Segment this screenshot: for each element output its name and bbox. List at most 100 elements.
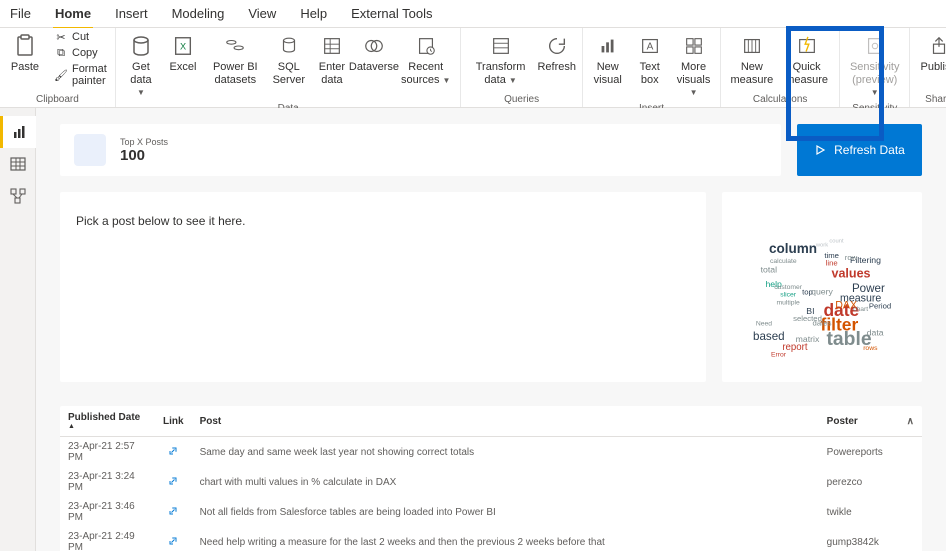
excel-button[interactable]: X Excel [164,30,202,76]
cell-date: 23-Apr-21 2:57 PM [60,437,155,468]
menu-file[interactable]: File [8,2,33,25]
recent-sources-label: Recent sources [401,61,443,86]
dataverse-label: Dataverse [349,61,399,74]
text-box-button[interactable]: A Text box [631,30,669,88]
new-visual-button[interactable]: New visual [589,30,627,88]
svg-text:matrix: matrix [796,334,820,344]
cut-label: Cut [72,31,89,43]
link-icon [167,505,179,517]
refresh-data-button[interactable]: Refresh Data [797,124,922,176]
report-view-icon [12,124,28,140]
col-link[interactable]: Link [155,406,192,437]
format-painter-button[interactable]: 🖌Format painter [52,62,109,88]
posts-table-visual[interactable]: Published Date▲ Link Post Poster ∧ 23-Ap… [60,406,922,551]
cut-button[interactable]: ✂Cut [52,30,109,44]
post-detail-card[interactable]: Pick a post below to see it here. [60,192,706,382]
menu-home[interactable]: Home [53,2,93,25]
sql-server-label: SQL Server [273,61,305,86]
svg-text:line: line [826,259,838,268]
quick-measure-button[interactable]: Quick measure [780,30,833,88]
svg-text:customer: customer [774,284,803,291]
cell-link[interactable] [155,527,192,551]
svg-text:Need: Need [756,321,772,328]
sensitivity-button: Sensitivity (preview) ▼ [846,30,904,101]
paste-button[interactable]: Paste [6,30,44,76]
ribbon-group-queries: Transform data ▼ Refresh Queries [461,28,582,107]
sensitivity-icon [861,32,889,60]
cell-link[interactable] [155,497,192,527]
svg-text:dates: dates [813,319,832,328]
cell-link[interactable] [155,437,192,468]
ribbon-group-calculations: New measure Quick measure Calculations [721,28,840,107]
svg-text:Error: Error [771,352,787,359]
publish-button[interactable]: Publish [916,30,946,76]
clipboard-group-label: Clipboard [36,92,79,106]
refresh-icon [543,32,571,60]
menu-view[interactable]: View [246,2,278,25]
transform-data-button[interactable]: Transform data ▼ [467,30,533,88]
menu-external-tools[interactable]: External Tools [349,2,434,25]
cell-date: 23-Apr-21 3:24 PM [60,467,155,497]
refresh-data-label: Refresh Data [834,143,905,157]
sql-icon [275,32,303,60]
col-poster[interactable]: Poster [819,406,899,437]
more-visuals-icon [680,32,708,60]
recent-sources-button[interactable]: Recent sources ▼ [397,30,455,88]
measure-icon [738,32,766,60]
quick-measure-icon [793,32,821,60]
get-data-label: Get data [130,61,151,86]
table-row[interactable]: 23-Apr-21 2:57 PM Same day and same week… [60,437,922,468]
refresh-button[interactable]: Refresh [538,30,576,76]
cell-date: 23-Apr-21 3:46 PM [60,497,155,527]
get-data-icon [127,32,155,60]
report-view-button[interactable] [0,116,36,148]
new-visual-label: New visual [593,61,623,86]
menu-modeling[interactable]: Modeling [170,2,227,25]
model-view-button[interactable] [0,180,36,212]
ribbon-group-clipboard: Paste ✂Cut ⧉Copy 🖌Format painter Clipboa… [0,28,116,107]
cell-post: Not all fields from Salesforce tables ar… [192,497,819,527]
sort-asc-icon: ▲ [68,423,147,430]
refresh-label: Refresh [537,61,576,74]
text-box-label: Text box [635,61,665,86]
cell-poster: perezco [819,467,899,497]
menu-help[interactable]: Help [298,2,329,25]
topx-value: 100 [120,147,168,164]
chart-icon [594,32,622,60]
svg-text:chart: chart [853,306,868,313]
new-measure-button[interactable]: New measure [727,30,776,88]
table-row[interactable]: 23-Apr-21 3:46 PM Not all fields from Sa… [60,497,922,527]
powerbi-datasets-button[interactable]: Power BI datasets [206,30,265,88]
powerbi-datasets-label: Power BI datasets [210,61,261,86]
calculations-group-label: Calculations [753,92,807,106]
transform-icon [487,32,515,60]
col-published[interactable]: Published Date▲ [60,406,155,437]
data-view-button[interactable] [0,148,36,180]
main-area: Top X Posts 100 Refresh Data Pick a post… [0,108,946,551]
menu-insert[interactable]: Insert [113,2,150,25]
enter-data-button[interactable]: Enter data [313,30,351,88]
get-data-button[interactable]: Get data ▼ [122,30,160,101]
topx-card[interactable]: Top X Posts 100 [60,124,781,176]
more-visuals-button[interactable]: More visuals ▼ [673,30,715,101]
dataverse-button[interactable]: Dataverse [355,30,393,76]
model-view-icon [10,188,26,204]
scroll-up[interactable]: ∧ [899,406,922,437]
data-view-icon [10,156,26,172]
table-row[interactable]: 23-Apr-21 2:49 PM Need help writing a me… [60,527,922,551]
cell-post: Same day and same week last year not sho… [192,437,819,468]
sql-server-button[interactable]: SQL Server [269,30,309,88]
chevron-down-icon: ▼ [871,88,879,97]
svg-text:row: row [845,253,858,262]
copy-icon: ⧉ [54,47,68,59]
wordcloud-visual[interactable]: datefiltertablecolumnvaluesPowermeasureD… [722,192,922,382]
cell-link[interactable] [155,467,192,497]
copy-button[interactable]: ⧉Copy [52,46,109,60]
col-post[interactable]: Post [192,406,819,437]
transform-data-label: Transform data [476,61,526,86]
wordcloud-svg: datefiltertablecolumnvaluesPowermeasureD… [730,200,914,374]
left-rail [0,108,36,551]
cell-poster: gump3842k [819,527,899,551]
svg-text:based: based [753,330,785,343]
table-row[interactable]: 23-Apr-21 3:24 PM chart with multi value… [60,467,922,497]
